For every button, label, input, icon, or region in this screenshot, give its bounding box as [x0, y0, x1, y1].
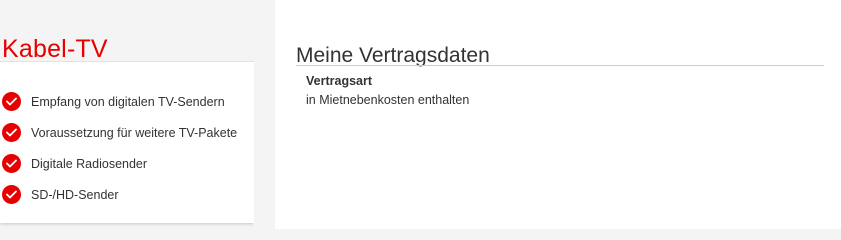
feature-item: Voraussetzung für weitere TV-Pakete	[0, 117, 237, 148]
check-circle-icon	[2, 154, 21, 173]
feature-label: Digitale Radiosender	[31, 156, 148, 171]
feature-list: Empfang von digitalen TV-Sendern Vorauss…	[0, 86, 237, 210]
feature-item: Empfang von digitalen TV-Sendern	[0, 86, 237, 117]
check-circle-icon	[2, 185, 21, 204]
feature-item: Digitale Radiosender	[0, 148, 237, 179]
feature-label: Voraussetzung für weitere TV-Pakete	[31, 125, 238, 140]
feature-label: Empfang von digitalen TV-Sendern	[31, 94, 225, 109]
contract-panel: Meine Vertragsdaten Vertragsart in Mietn…	[275, 0, 841, 229]
product-title: Kabel-TV	[2, 34, 108, 63]
product-card: Kabel-TV Empfang von digitalen TV-Sender…	[0, 0, 254, 223]
column-gap	[254, 0, 275, 229]
contract-type-value: in Mietnebenkosten enthalten	[306, 93, 470, 107]
feature-item: SD-/HD-Sender	[0, 179, 237, 210]
feature-label: SD-/HD-Sender	[31, 187, 119, 202]
title-divider	[296, 65, 824, 66]
contract-type-label: Vertragsart	[306, 74, 373, 88]
check-circle-icon	[2, 123, 21, 142]
check-circle-icon	[2, 92, 21, 111]
